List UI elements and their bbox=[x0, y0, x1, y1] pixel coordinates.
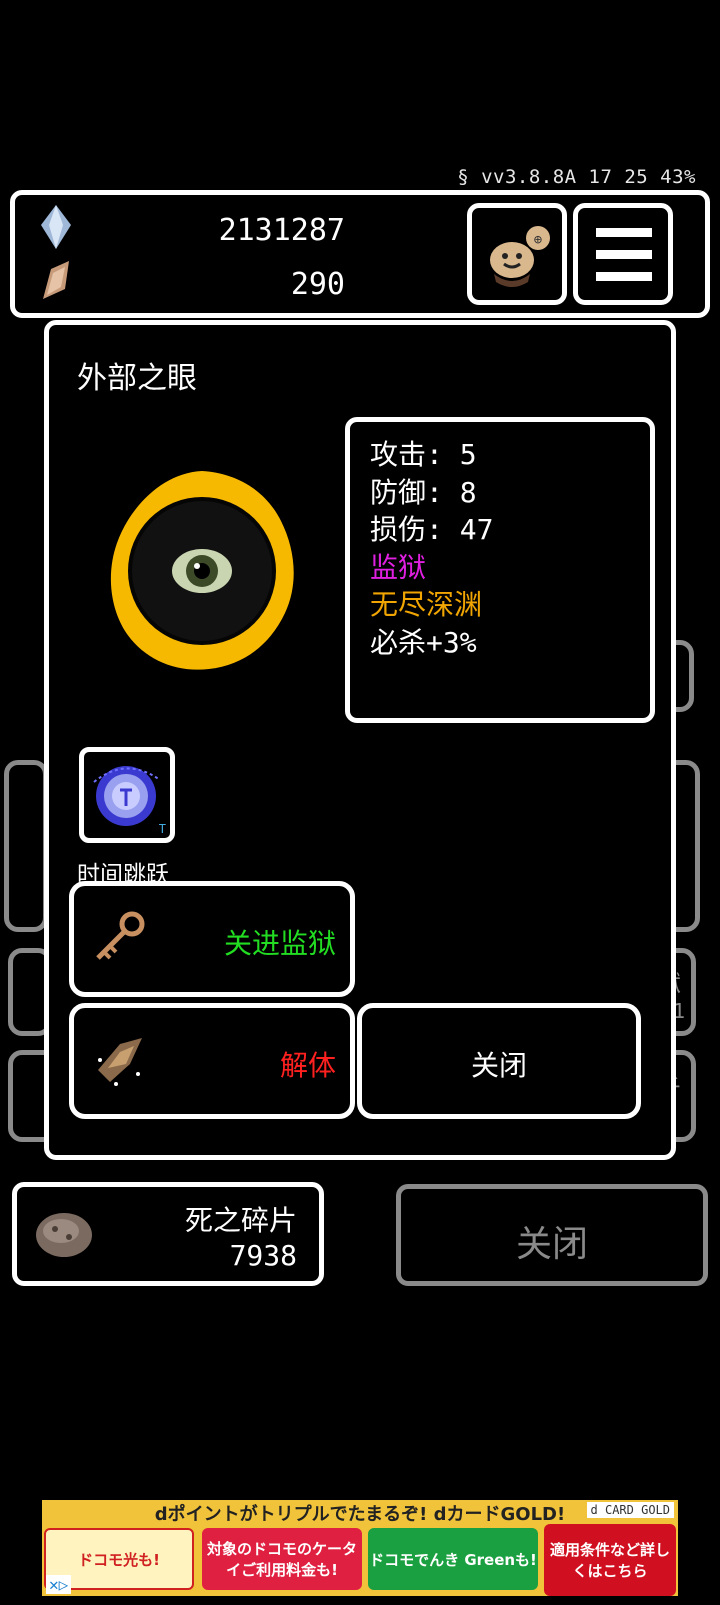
shard-icon bbox=[43, 261, 69, 299]
death-fragment-icon bbox=[36, 1213, 92, 1257]
skill-badge: T bbox=[158, 822, 166, 836]
ad-banner[interactable]: dポイントがトリプルでたまるぞ! dカードGOLD! d CARD GOLD ド… bbox=[42, 1500, 678, 1596]
crystal-count: 2131287 bbox=[218, 213, 345, 248]
skill-slot[interactable]: T bbox=[79, 747, 175, 843]
stat-damage: 损伤: 47 bbox=[370, 513, 494, 546]
background-item bbox=[4, 760, 48, 932]
time-jump-icon bbox=[93, 766, 161, 826]
svg-text:⊕: ⊕ bbox=[534, 232, 543, 248]
stats-panel: 攻击: 5 防御: 8 损伤: 47 监狱 无尽深渊 必杀+3% bbox=[345, 417, 655, 723]
dismantle-label: 解体 bbox=[279, 1049, 336, 1082]
ad-card-4[interactable]: 適用条件など詳しくはこちら bbox=[544, 1524, 676, 1596]
imprison-label: 关进监狱 bbox=[223, 927, 336, 960]
ad-card-2[interactable]: 対象のドコモのケータイご利用料金も! bbox=[202, 1528, 362, 1590]
outer-eye-image bbox=[110, 471, 294, 670]
stat-attack: 攻击: 5 bbox=[370, 438, 477, 471]
death-fragment-name: 死之碎片 bbox=[184, 1204, 297, 1237]
death-fragment-card[interactable]: 死之碎片 7938 bbox=[12, 1182, 324, 1286]
menu-line bbox=[596, 250, 652, 259]
item-title: 外部之眼 bbox=[77, 361, 197, 396]
close-button[interactable]: 关闭 bbox=[357, 1003, 641, 1119]
ad-close-icon[interactable]: ✕▷ bbox=[46, 1575, 72, 1594]
ad-headline: dポイントがトリプルでたまるぞ! dカードGOLD! bbox=[154, 1504, 566, 1525]
background-close-label: 关闭 bbox=[515, 1224, 588, 1265]
character-face-icon: ⊕ bbox=[490, 226, 550, 287]
death-fragment-count: 7938 bbox=[229, 1239, 297, 1272]
close-label: 关闭 bbox=[470, 1049, 527, 1082]
key-icon bbox=[96, 911, 145, 960]
ad-brand: d CARD GOLD bbox=[586, 1502, 674, 1518]
item-detail-modal: 外部之眼 攻击: 5 防御: 8 损伤: 47 监狱 无尽深渊 必杀+3% T … bbox=[44, 320, 676, 1160]
trait-prison: 监狱 bbox=[370, 550, 427, 584]
imprison-button[interactable]: 关进监狱 bbox=[69, 881, 355, 997]
dismantle-button[interactable]: 解体 bbox=[69, 1003, 355, 1119]
trait-abyss: 无尽深渊 bbox=[370, 588, 483, 621]
stat-crit: 必杀+3% bbox=[370, 625, 477, 659]
dismantle-icon bbox=[98, 1038, 142, 1086]
menu-line bbox=[596, 228, 652, 237]
crystal-icon bbox=[41, 205, 71, 249]
ad-card-3[interactable]: ドコモでんき Greenも! bbox=[368, 1528, 538, 1590]
menu-button[interactable] bbox=[573, 203, 673, 305]
stat-defense: 防御: 8 bbox=[370, 475, 477, 509]
background-close-button[interactable]: 关闭 bbox=[396, 1184, 708, 1286]
shard-count: 290 bbox=[290, 267, 345, 302]
resource-bar: 2131287 290 ⊕ bbox=[10, 190, 710, 318]
menu-line bbox=[596, 272, 652, 281]
version-status: § vv3.8.8A 17 25 43% bbox=[457, 166, 696, 188]
character-button[interactable]: ⊕ bbox=[467, 203, 567, 305]
